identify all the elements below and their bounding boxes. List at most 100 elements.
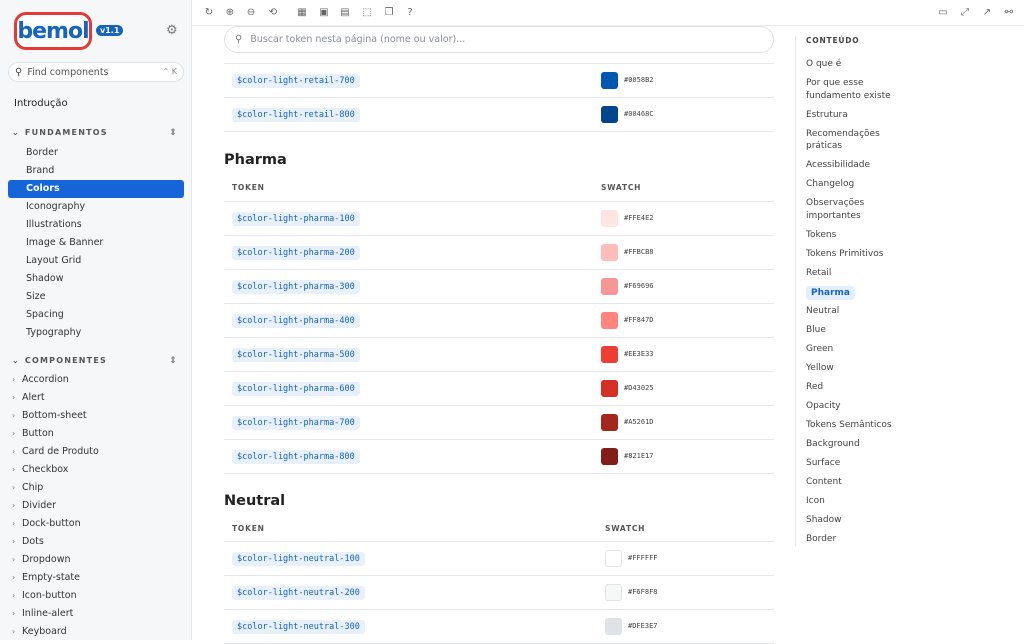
token-name[interactable]: $color-light-pharma-600 [232,382,360,396]
sidebar-item-button[interactable]: › Button [8,425,184,443]
sidebar-item-chip[interactable]: › Chip [8,479,184,497]
toc-item-o-que-[interactable]: O que é [806,58,916,71]
refresh-icon[interactable]: ↻ [202,6,216,20]
layout-icon[interactable]: ▤ [338,6,352,20]
toc-item-shadow[interactable]: Shadow [806,514,916,527]
fundamentos-list: Border Brand Colors Iconography Illustration… [8,144,184,342]
chevron-down-icon: ⌄ [12,128,20,137]
toc-item-acessibilidade[interactable]: Acessibilidade [806,159,916,172]
table-row: $color-light-retail-800 #00468C [224,98,774,132]
toc-item-border[interactable]: Border [806,533,916,546]
toc-item-retail[interactable]: Retail [806,267,916,280]
token-name[interactable]: $color-light-retail-800 [232,108,360,122]
token-name[interactable]: $color-light-pharma-300 [232,280,360,294]
toc-item-opacity[interactable]: Opacity [806,400,916,413]
sidebar-item-image-banner[interactable]: Image & Banner [8,234,184,252]
sidebar-item-empty-state[interactable]: › Empty-state [8,569,184,587]
toc-item-tokens[interactable]: Tokens [806,229,916,242]
grid-icon[interactable]: ▦ [295,6,309,20]
sidebar-item-brand[interactable]: Brand [8,162,184,180]
token-name[interactable]: $color-light-pharma-200 [232,246,360,260]
color-swatch [601,312,618,329]
toc-item-tokens-primitivos[interactable]: Tokens Primitivos [806,248,916,261]
sidebar-item-inline-alert[interactable]: › Inline-alert [8,605,184,623]
sidebar-item-dropdown[interactable]: › Dropdown [8,551,184,569]
color-swatch [601,72,618,89]
sidebar-item-label: Icon-button [22,590,77,601]
sidebar-item-shadow[interactable]: Shadow [8,270,184,288]
sidebar-item-keyboard[interactable]: › Keyboard [8,623,184,640]
sidebar-item-label: Divider [22,500,56,511]
toc-item-background[interactable]: Background [806,438,916,451]
gear-icon[interactable]: ⚙ [166,24,180,38]
collapse-icon[interactable]: ⇕ [169,128,178,138]
collapse-icon[interactable]: ⇕ [169,356,178,366]
link-icon[interactable]: ⚯ [1002,6,1016,20]
token-search-input[interactable]: ⚲ Buscar token nesta página (nome ou val… [224,26,774,53]
section-fundamentos[interactable]: ⌄ FUNDAMENTOS ⇕ [12,128,182,138]
help-icon[interactable]: ? [403,6,417,20]
toc-item-neutral[interactable]: Neutral [806,305,916,318]
toc-item-icon[interactable]: Icon [806,495,916,508]
toc-item-tokens-sem-nticos[interactable]: Tokens Semânticos [806,419,916,432]
chevron-right-icon: › [12,375,16,384]
sidebar-item-iconography[interactable]: Iconography [8,198,184,216]
sidebar-item-icon-button[interactable]: › Icon-button [8,587,184,605]
toc-item-green[interactable]: Green [806,343,916,356]
sidebar-item-layout-grid[interactable]: Layout Grid [8,252,184,270]
sidebar-item-alert[interactable]: › Alert [8,389,184,407]
sidebar-item-accordion[interactable]: › Accordion [8,371,184,389]
token-name[interactable]: $color-light-pharma-500 [232,348,360,362]
toc-item-content[interactable]: Content [806,476,916,489]
token-name[interactable]: $color-light-retail-700 [232,74,360,88]
sidebar-item-colors[interactable]: Colors [8,180,184,198]
search-icon: ⚲ [235,34,243,45]
toc-item-surface[interactable]: Surface [806,457,916,470]
token-name[interactable]: $color-light-neutral-300 [232,620,365,634]
token-name[interactable]: $color-light-pharma-400 [232,314,360,328]
toc-item-pharma[interactable]: Pharma [806,285,855,300]
sidebar-item-spacing[interactable]: Spacing [8,306,184,324]
token-name[interactable]: $color-light-neutral-200 [232,586,365,600]
find-components-input[interactable]: ⚲ Find components ⌃ K [8,62,184,82]
token-name[interactable]: $color-light-pharma-700 [232,416,360,430]
sidebar-item-label: Bottom-sheet [22,410,87,421]
frame-icon[interactable]: ⬚ [360,6,374,20]
find-placeholder: Find components [27,66,109,78]
toc-item-yellow[interactable]: Yellow [806,362,916,375]
sidebar-item-bottom-sheet[interactable]: › Bottom-sheet [8,407,184,425]
sidebar-item-size[interactable]: Size [8,288,184,306]
zoom-in-icon[interactable]: ⊕ [223,6,237,20]
token-name[interactable]: $color-light-pharma-100 [232,212,360,226]
toc-item-red[interactable]: Red [806,381,916,394]
fullscreen-icon[interactable]: ⤢ [958,6,972,20]
toc-item-recomenda-es-pr-ticas[interactable]: Recomendações práticas [806,128,916,153]
external-link-icon[interactable]: ↗ [980,6,994,20]
token-name[interactable]: $color-light-pharma-800 [232,450,360,464]
token-name[interactable]: $color-light-neutral-100 [232,552,365,566]
sidebar-item-card-de-produto[interactable]: › Card de Produto [8,443,184,461]
image-icon[interactable]: ▣ [317,6,331,20]
sidebar-item-illustrations[interactable]: Illustrations [8,216,184,234]
sidebar-item-label: Keyboard [22,626,67,637]
zoom-out-icon[interactable]: ⊖ [244,6,258,20]
toc-item-observa-es-importantes[interactable]: Observações importantes [806,197,916,222]
pharma-title: Pharma [224,152,287,168]
sidebar-item-dots[interactable]: › Dots [8,533,184,551]
toc-item-estrutura[interactable]: Estrutura [806,109,916,122]
sidebar-item-typography[interactable]: Typography [8,324,184,342]
section-componentes[interactable]: ⌄ COMPONENTES ⇕ [12,356,182,366]
copy-icon[interactable]: ❐ [382,6,396,20]
sidebar-item-divider[interactable]: › Divider [8,497,184,515]
toc-item-changelog[interactable]: Changelog [806,178,916,191]
table-row: $color-light-pharma-500 #EE3E33 [224,338,774,372]
sidebar-item-checkbox[interactable]: › Checkbox [8,461,184,479]
sidebar-item-border[interactable]: Border [8,144,184,162]
nav-introducao[interactable]: Introdução [14,98,68,109]
toc-item-blue[interactable]: Blue [806,324,916,337]
sidebar-item-dock-button[interactable]: › Dock-button [8,515,184,533]
panel-icon[interactable]: ▭ [936,6,950,20]
bemol-logo[interactable]: bemol [14,12,92,50]
toc-item-por-que-esse-fundamento-existe[interactable]: Por que esse fundamento existe [806,77,916,102]
zoom-reset-icon[interactable]: ⟲ [266,6,280,20]
